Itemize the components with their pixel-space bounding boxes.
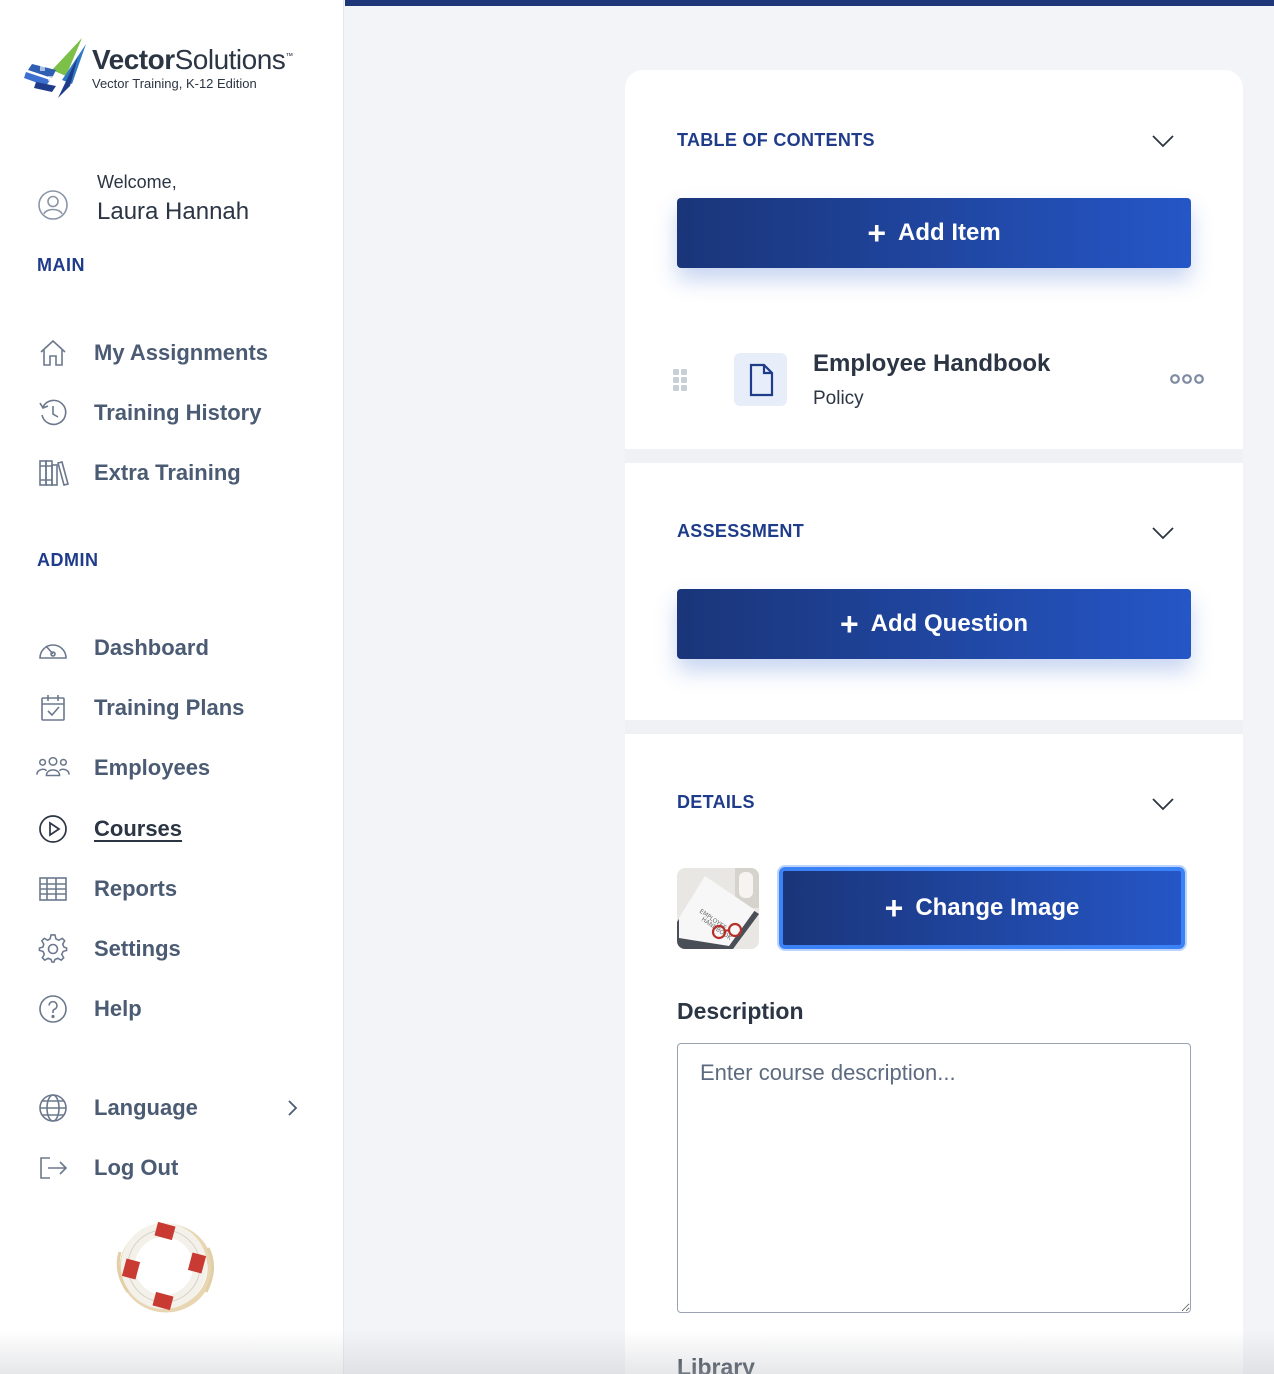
question-circle-icon bbox=[36, 992, 70, 1026]
chevron-right-icon bbox=[288, 1100, 298, 1116]
welcome-greeting: Welcome, bbox=[97, 172, 177, 192]
toc-item-type: Policy bbox=[813, 388, 864, 409]
add-item-button[interactable]: + Add Item bbox=[677, 198, 1191, 268]
gauge-icon bbox=[36, 631, 70, 665]
nav-label: My Assignments bbox=[94, 340, 269, 365]
description-label: Description bbox=[677, 998, 804, 1024]
details-section-title: DETAILS bbox=[677, 792, 755, 812]
top-accent-bar bbox=[345, 0, 1274, 6]
lifebuoy-help-icon[interactable] bbox=[108, 1212, 224, 1322]
play-circle-icon bbox=[36, 812, 70, 846]
sidebar: VectorSolutions™ Vector Training, K-12 E… bbox=[0, 0, 344, 1374]
user-name: Laura Hannah bbox=[97, 198, 250, 225]
history-icon bbox=[36, 396, 70, 430]
nav-label: Training History bbox=[94, 400, 262, 425]
library-label: Library bbox=[677, 1354, 755, 1374]
nav-reports[interactable]: Reports bbox=[36, 869, 316, 909]
nav-my-assignments[interactable]: My Assignments bbox=[36, 333, 316, 373]
nav-label: Extra Training bbox=[94, 460, 241, 485]
logout-icon bbox=[36, 1151, 70, 1185]
vector-solutions-logo[interactable]: VectorSolutions™ Vector Training, K-12 E… bbox=[22, 36, 312, 106]
nav-dashboard[interactable]: Dashboard bbox=[36, 628, 316, 668]
plus-icon: + bbox=[884, 890, 904, 926]
plus-icon: + bbox=[839, 606, 859, 642]
calendar-check-icon bbox=[36, 691, 70, 725]
change-image-label: Change Image bbox=[915, 894, 1080, 921]
toc-collapse-chevron-icon[interactable] bbox=[1150, 128, 1176, 154]
people-icon bbox=[36, 751, 70, 785]
home-icon bbox=[36, 336, 70, 370]
nav-label: Help bbox=[94, 996, 142, 1021]
nav-label: Training Plans bbox=[94, 695, 245, 720]
welcome-block: Welcome, Laura Hannah bbox=[36, 170, 326, 230]
user-avatar-icon[interactable] bbox=[36, 188, 70, 222]
details-collapse-chevron-icon[interactable] bbox=[1150, 791, 1176, 817]
document-icon bbox=[734, 353, 787, 406]
nav-courses[interactable]: Courses bbox=[36, 809, 316, 849]
nav-language[interactable]: Language bbox=[36, 1088, 316, 1128]
section-divider bbox=[625, 720, 1243, 734]
nav-settings[interactable]: Settings bbox=[36, 929, 316, 969]
toc-item-title: Employee Handbook bbox=[813, 350, 1051, 377]
section-divider bbox=[625, 449, 1243, 463]
toc-section-title: TABLE OF CONTENTS bbox=[677, 130, 875, 150]
brand-name: VectorSolutions™ bbox=[92, 44, 293, 75]
admin-section-label: ADMIN bbox=[37, 550, 99, 570]
more-options-icon[interactable] bbox=[1169, 370, 1205, 388]
change-image-button[interactable]: + Change Image bbox=[779, 867, 1185, 949]
nav-extra-training[interactable]: Extra Training bbox=[36, 453, 316, 493]
nav-label: Reports bbox=[94, 876, 178, 901]
nav-label: Dashboard bbox=[94, 635, 209, 660]
nav-label: Language bbox=[94, 1095, 198, 1120]
globe-icon bbox=[36, 1091, 70, 1125]
course-image-thumbnail: EMPLOYEE HANDBOOK bbox=[677, 868, 759, 949]
nav-label: Log Out bbox=[94, 1155, 179, 1180]
nav-log-out[interactable]: Log Out bbox=[36, 1148, 316, 1188]
nav-label: Employees bbox=[94, 755, 211, 780]
nav-label: Courses bbox=[94, 816, 183, 841]
table-icon bbox=[36, 872, 70, 906]
nav-employees[interactable]: Employees bbox=[36, 748, 316, 788]
brand-edition: Vector Training, K-12 Edition bbox=[92, 76, 257, 91]
add-question-button[interactable]: + Add Question bbox=[677, 589, 1191, 659]
plus-icon: + bbox=[867, 215, 886, 251]
nav-training-plans[interactable]: Training Plans bbox=[36, 688, 316, 728]
library-icon bbox=[36, 456, 70, 490]
toc-list-item[interactable]: Employee Handbook Policy bbox=[665, 340, 1215, 420]
assessment-section-title: ASSESSMENT bbox=[677, 521, 805, 541]
course-description-input[interactable] bbox=[677, 1043, 1191, 1313]
gear-icon bbox=[36, 932, 70, 966]
nav-training-history[interactable]: Training History bbox=[36, 393, 316, 433]
drag-handle-icon[interactable] bbox=[671, 368, 689, 392]
logo-mark-icon bbox=[24, 38, 86, 98]
main-section-label: MAIN bbox=[37, 255, 85, 275]
nav-label: Settings bbox=[94, 936, 181, 961]
add-question-label: Add Question bbox=[870, 610, 1028, 637]
assessment-collapse-chevron-icon[interactable] bbox=[1150, 520, 1176, 546]
nav-help[interactable]: Help bbox=[36, 989, 316, 1029]
add-item-label: Add Item bbox=[898, 219, 1001, 246]
